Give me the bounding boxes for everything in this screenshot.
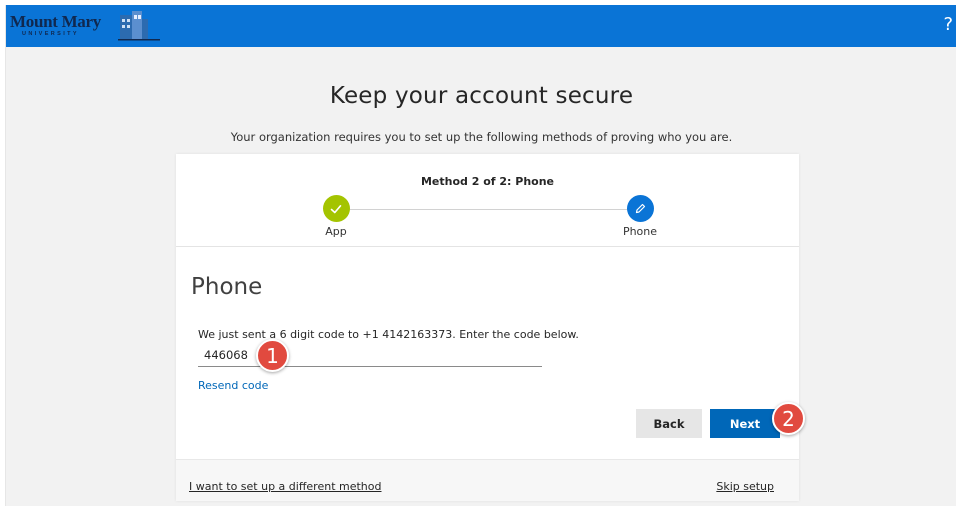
screenshot-frame: Mount Mary UNIVERSITY ? Keep your accoun…	[0, 0, 956, 506]
step-phone-circle	[626, 195, 654, 222]
resend-code-link[interactable]: Resend code	[198, 379, 268, 392]
university-logo[interactable]: Mount Mary UNIVERSITY	[10, 11, 160, 41]
progress-line	[336, 209, 636, 210]
help-button[interactable]: ?	[943, 14, 953, 35]
step-app: App	[296, 195, 376, 238]
skip-setup-link[interactable]: Skip setup	[716, 480, 774, 493]
verification-code-input[interactable]	[198, 343, 542, 367]
logo-subtext: UNIVERSITY	[22, 31, 80, 37]
step-phone-label: Phone	[622, 225, 658, 238]
back-button[interactable]: Back	[636, 409, 702, 438]
page-subtitle: Your organization requires you to set up…	[230, 130, 733, 144]
section-title: Phone	[191, 274, 263, 300]
logo-text: Mount Mary	[10, 12, 101, 31]
building-logo-icon	[118, 11, 160, 41]
checkmark-icon	[330, 204, 342, 213]
header-bar: Mount Mary UNIVERSITY ?	[6, 5, 956, 47]
card-footer: I want to set up a different method Skip…	[176, 459, 799, 501]
card-divider	[176, 246, 799, 247]
method-progress-label: Method 2 of 2: Phone	[420, 175, 555, 188]
step-phone: Phone	[600, 195, 680, 238]
page-title: Keep your account secure	[329, 83, 634, 109]
callout-badge-2: 2	[772, 402, 805, 435]
step-app-circle	[322, 195, 350, 222]
step-app-label: App	[325, 225, 347, 238]
callout-badge-1: 1	[256, 339, 289, 372]
pencil-icon	[635, 203, 646, 213]
code-instructions: We just sent a 6 digit code to +1 414216…	[198, 328, 579, 341]
different-method-link[interactable]: I want to set up a different method	[189, 480, 382, 493]
next-button[interactable]: Next	[710, 409, 780, 438]
setup-card: Method 2 of 2: Phone App Phone Phone We …	[176, 154, 799, 501]
page: Mount Mary UNIVERSITY ? Keep your accoun…	[5, 5, 956, 506]
